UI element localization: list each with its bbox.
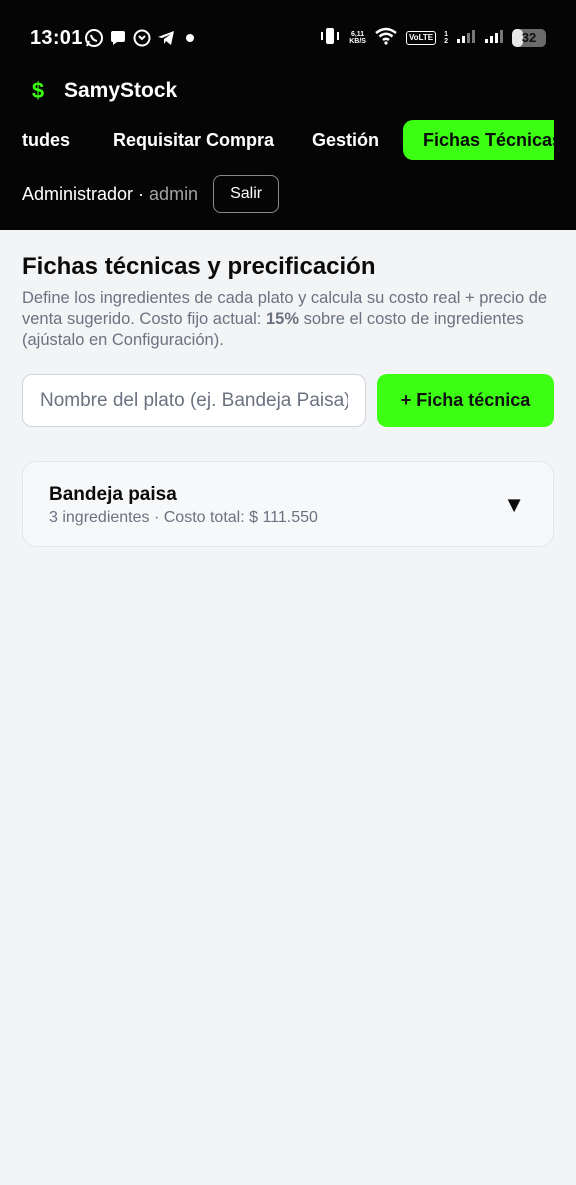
tab-solicitudes[interactable]: tudes (22, 120, 70, 160)
system-icons: 6,11 KB/S VoLTE 1 2 32 (319, 27, 546, 49)
dish-name-input[interactable] (22, 374, 366, 427)
brand[interactable]: $ SamyStock (24, 76, 177, 106)
chat-bubble-icon (108, 28, 128, 48)
main-content: Fichas técnicas y precificación Define l… (22, 252, 554, 351)
tab-fichas-tecnicas[interactable]: Fichas Técnicas (403, 120, 554, 160)
sim-2-label: 2 (444, 38, 448, 45)
user-role: Administrador · (22, 183, 145, 204)
status-time: 13:01 (30, 27, 83, 49)
whatsapp-icon (84, 28, 104, 48)
page-description: Define los ingredientes de cada plato y … (22, 288, 554, 351)
expand-toggle-icon[interactable]: ▼ (503, 492, 525, 518)
add-sheet-button[interactable]: + Ficha técnica (377, 374, 554, 427)
user-row: Administrador · admin Salir (22, 175, 280, 213)
sync-chat-icon (132, 28, 152, 48)
net-speed-unit: KB/S (349, 38, 366, 45)
signal-icon (484, 29, 504, 48)
telegram-icon (156, 28, 176, 48)
battery-level: 32 (521, 30, 537, 45)
volte-badge: VoLTE (405, 31, 437, 45)
tab-requisitar-compra[interactable]: Requisitar Compra (113, 120, 274, 160)
app-header: 13:01 6,11 KB/S VoLTE 1 2 32 $ SamyStock… (0, 0, 576, 230)
status-bar: 13:01 6,11 KB/S VoLTE 1 2 32 (0, 0, 576, 74)
dot-icon (180, 28, 200, 48)
signal-icon (456, 29, 476, 48)
logout-button[interactable]: Salir (213, 175, 280, 213)
dish-card[interactable]: Bandeja paisa 3 ingredientes · Costo tot… (22, 461, 554, 547)
page-title: Fichas técnicas y precificación (22, 253, 376, 280)
user-name: admin (149, 183, 199, 204)
sim-indicator: 1 2 (444, 31, 448, 45)
tab-gestion[interactable]: Gestión (312, 120, 379, 160)
dish-name: Bandeja paisa (49, 484, 177, 505)
net-speed-value: 6,11 (350, 31, 365, 38)
notification-icons (84, 27, 200, 49)
dollar-logo-icon: $ (31, 78, 45, 103)
vibrate-icon (319, 26, 341, 51)
sim-1-label: 1 (444, 31, 448, 38)
nav-tabs: tudes Requisitar Compra Gestión Fichas T… (0, 118, 554, 162)
net-speed: 6,11 KB/S (349, 31, 366, 45)
dish-summary: 3 ingredientes · Costo total: $ 111.550 (49, 509, 318, 526)
app-name: SamyStock (64, 79, 178, 102)
wifi-icon (374, 27, 398, 50)
fixed-cost-value: 15% (265, 310, 300, 328)
new-sheet-form: + Ficha técnica (22, 374, 554, 427)
battery-indicator: 32 (512, 29, 546, 47)
